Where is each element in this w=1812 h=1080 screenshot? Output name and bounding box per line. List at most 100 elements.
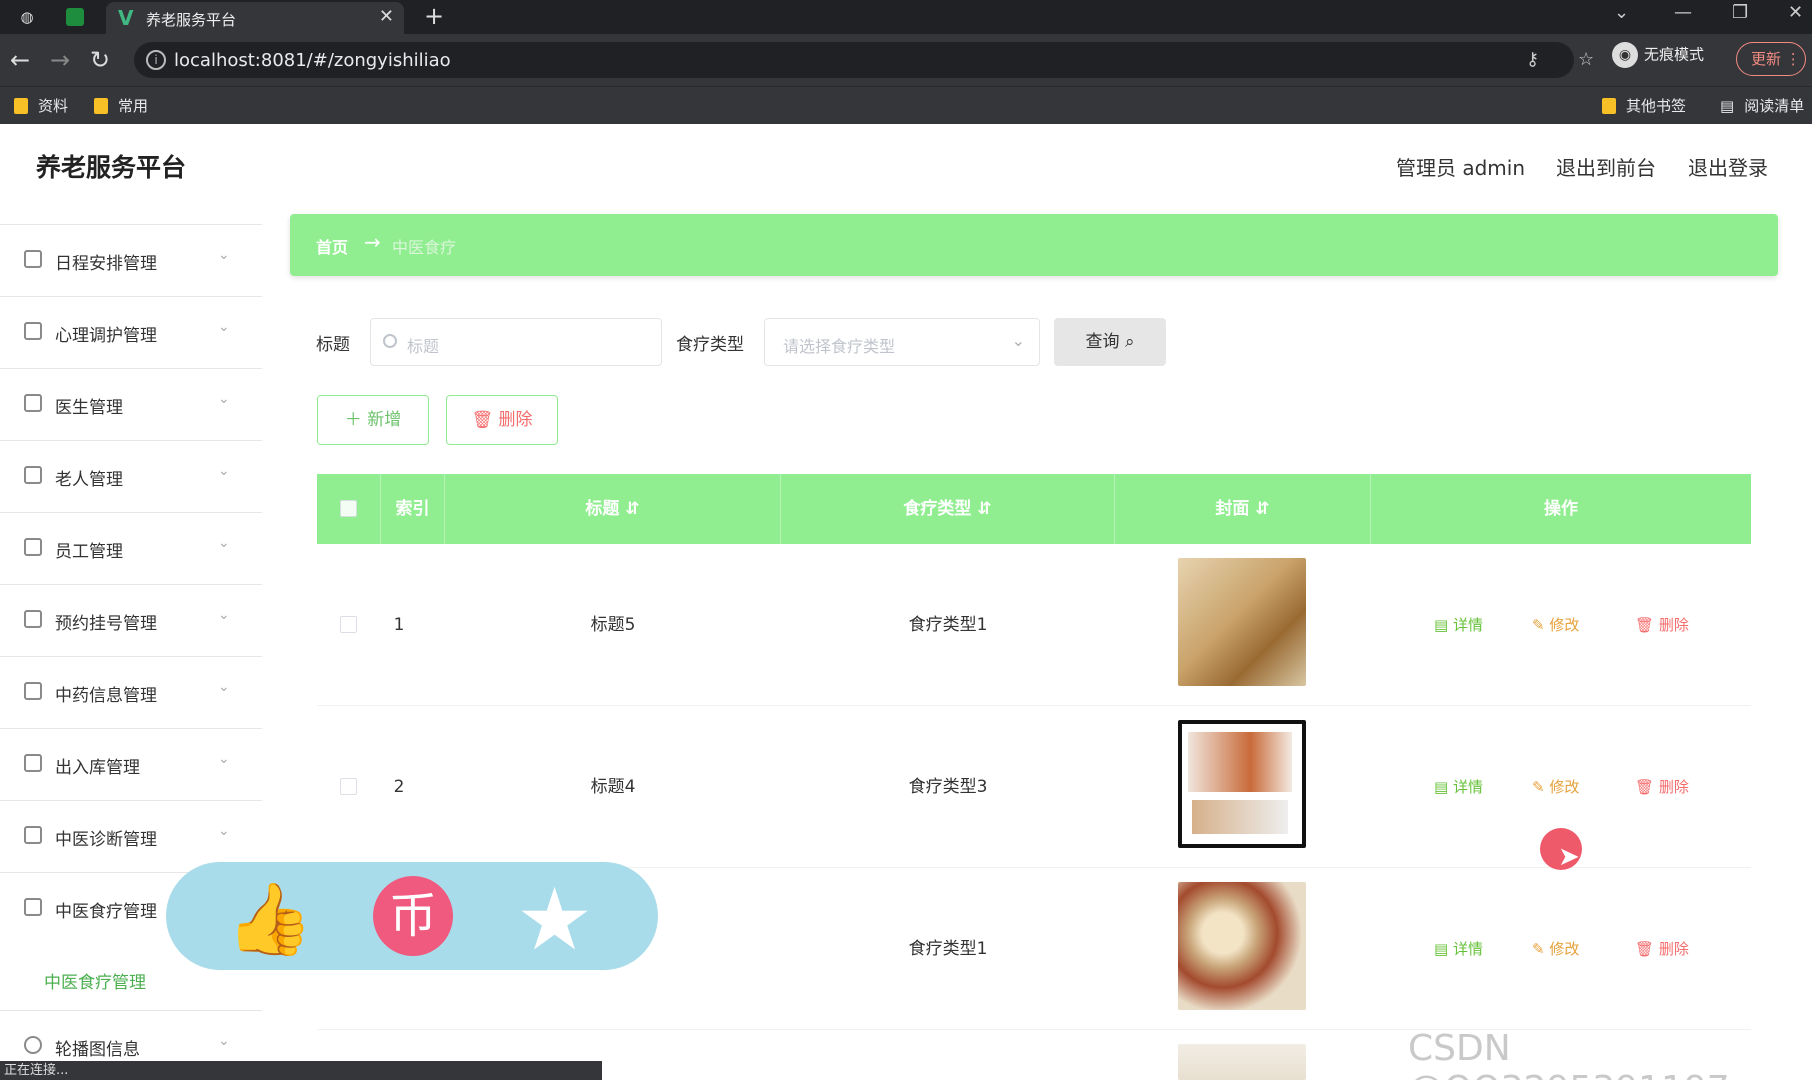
search-icon (383, 334, 397, 348)
header-cover[interactable]: 封面 ⇵ (1115, 474, 1371, 544)
sidebar-item-staff[interactable]: 员工管理 ⌄ (0, 512, 262, 584)
reload-icon[interactable]: ↻ (90, 46, 110, 74)
delete-link[interactable]: 🗑 删除 (1635, 938, 1689, 959)
title-filter-label: 标题 (316, 335, 350, 355)
cell-index: 1 (393, 615, 405, 635)
row-checkbox[interactable] (340, 778, 357, 795)
delete-link[interactable]: 🗑 删除 (1635, 776, 1689, 797)
detail-label: 详情 (1452, 778, 1483, 796)
briefcase-icon (24, 610, 42, 628)
select-all-checkbox[interactable] (340, 500, 357, 517)
header-actions: 操作 (1544, 499, 1578, 519)
sidebar-item-schedule[interactable]: 日程安排管理 ⌄ (0, 224, 262, 296)
browser-menu-icon[interactable]: ◍ (16, 6, 38, 28)
title-search-input[interactable]: 标题 (370, 318, 662, 366)
add-label: 新增 (367, 410, 402, 430)
header-title-label: 标题 (585, 499, 620, 519)
batch-delete-button[interactable]: 🗑 删除 (446, 395, 558, 445)
address-bar[interactable]: i localhost:8081/#/zongyishiliao ⚷ ☆ (134, 42, 1594, 78)
edit-link[interactable]: ✎ 修改 (1532, 938, 1579, 959)
sort-icon[interactable]: ⇵ (1255, 499, 1269, 519)
sidebar-item-doctor[interactable]: 医生管理 ⌄ (0, 368, 262, 440)
header-type[interactable]: 食疗类型 ⇵ (781, 474, 1115, 544)
cover-image[interactable] (1178, 558, 1306, 686)
tab-close-icon[interactable]: ✕ (379, 6, 394, 27)
detail-link[interactable]: ▤ 详情 (1434, 614, 1483, 635)
watermark: CSDN @QQ3295391197 (1408, 1028, 1730, 1080)
restore-icon[interactable]: ❐ (1732, 2, 1748, 23)
reading-list[interactable]: ▤ 阅读清单 (1720, 95, 1804, 116)
edit-icon (24, 826, 42, 844)
type-filter-label: 食疗类型 (676, 335, 744, 355)
cell-type: 食疗类型1 (908, 615, 988, 635)
breadcrumb-home[interactable]: 首页 (316, 234, 348, 258)
update-button[interactable]: 更新 ⋮ (1736, 42, 1806, 76)
logout-link[interactable]: 退出登录 (1688, 152, 1768, 181)
trash-icon: 🗑 (471, 410, 499, 430)
sidebar-item-medicine[interactable]: 中药信息管理 ⌄ (0, 656, 262, 728)
detail-label: 详情 (1452, 940, 1483, 958)
chevron-down-icon: ⌄ (218, 319, 230, 335)
thumbs-up-icon[interactable]: 👍 (226, 878, 313, 961)
app-title: 养老服务平台 (36, 153, 187, 182)
pinned-tab-icon[interactable] (66, 8, 84, 26)
query-button[interactable]: 查询 ⌕ (1054, 318, 1166, 366)
chevron-down-icon: ⌄ (218, 679, 230, 695)
sidebar-item-inventory[interactable]: 出入库管理 ⌄ (0, 728, 262, 800)
detail-link[interactable]: ▤ 详情 (1434, 776, 1483, 797)
header-cover-label: 封面 (1215, 499, 1250, 519)
browser-toolbar: ← → ↻ i localhost:8081/#/zongyishiliao ⚷… (0, 34, 1812, 86)
coin-icon[interactable]: 币 (373, 876, 453, 956)
bookmark-star-icon[interactable]: ☆ (1578, 49, 1594, 70)
sidebar-item-psychology[interactable]: 心理调护管理 ⌄ (0, 296, 262, 368)
new-tab-icon[interactable]: + (424, 2, 444, 30)
header-title[interactable]: 标题 ⇵ (445, 474, 781, 544)
cell-title: 标题4 (590, 777, 636, 797)
forward-icon[interactable]: → (50, 46, 70, 74)
bookmark-label: 阅读清单 (1744, 97, 1805, 115)
sort-icon[interactable]: ⇵ (625, 499, 639, 519)
sort-icon[interactable]: ⇵ (977, 499, 991, 519)
sidebar-item-label: 预约挂号管理 (55, 614, 157, 634)
password-key-icon[interactable]: ⚷ (1526, 49, 1539, 70)
type-select[interactable]: 请选择食疗类型 ⌄ (764, 318, 1040, 366)
close-window-icon[interactable]: ✕ (1788, 2, 1803, 23)
chevron-down-icon: ⌄ (218, 823, 230, 839)
delete-label: 删除 (1658, 616, 1689, 634)
minimize-icon[interactable]: — (1674, 2, 1692, 23)
location-icon (24, 1036, 42, 1054)
add-button[interactable]: ＋ 新增 (317, 395, 429, 445)
mouse-cursor-icon: ➤ (1558, 842, 1580, 872)
bookmark-folder-changyong[interactable]: 常用 (94, 95, 148, 116)
sidebar-subitem-diet-therapy[interactable]: 中医食疗管理 (44, 968, 146, 993)
edit-link[interactable]: ✎ 修改 (1532, 776, 1579, 797)
site-info-icon[interactable]: i (146, 50, 166, 70)
bookmark-folder-ziliao[interactable]: 资料 (14, 95, 68, 116)
chevron-down-icon: ⌄ (218, 607, 230, 623)
table-header: 索引 标题 ⇵ 食疗类型 ⇵ 封面 ⇵ 操作 (317, 474, 1751, 544)
bookmark-label: 常用 (118, 97, 149, 115)
chevron-down-icon: ⌄ (218, 463, 230, 479)
bookmark-other[interactable]: 其他书签 (1602, 95, 1686, 116)
exit-to-front-link[interactable]: 退出到前台 (1556, 152, 1656, 181)
incognito-indicator[interactable]: ◉ 无痕模式 (1612, 42, 1704, 68)
reading-list-icon: ▤ (1720, 97, 1735, 115)
header-index: 索引 (381, 474, 445, 544)
delete-link[interactable]: 🗑 删除 (1635, 614, 1689, 635)
tab-search-icon[interactable]: ⌄ (1614, 2, 1629, 23)
row-checkbox[interactable] (340, 616, 357, 633)
sidebar-item-elderly[interactable]: 老人管理 ⌄ (0, 440, 262, 512)
back-icon[interactable]: ← (10, 46, 30, 74)
edit-link[interactable]: ✎ 修改 (1532, 614, 1579, 635)
sidebar-item-label: 老人管理 (55, 470, 123, 490)
cover-image[interactable] (1178, 1044, 1306, 1080)
detail-link[interactable]: ▤ 详情 (1434, 938, 1483, 959)
browser-tab[interactable]: V 养老服务平台 ✕ (106, 2, 404, 34)
edit-label: 修改 (1549, 616, 1580, 634)
star-icon[interactable]: ★ (516, 870, 593, 970)
cover-image[interactable] (1178, 882, 1306, 1010)
sidebar-item-appointment[interactable]: 预约挂号管理 ⌄ (0, 584, 262, 656)
clipboard-icon (24, 394, 42, 412)
cover-image[interactable] (1178, 720, 1306, 848)
url-text[interactable]: localhost:8081/#/zongyishiliao (174, 50, 451, 71)
